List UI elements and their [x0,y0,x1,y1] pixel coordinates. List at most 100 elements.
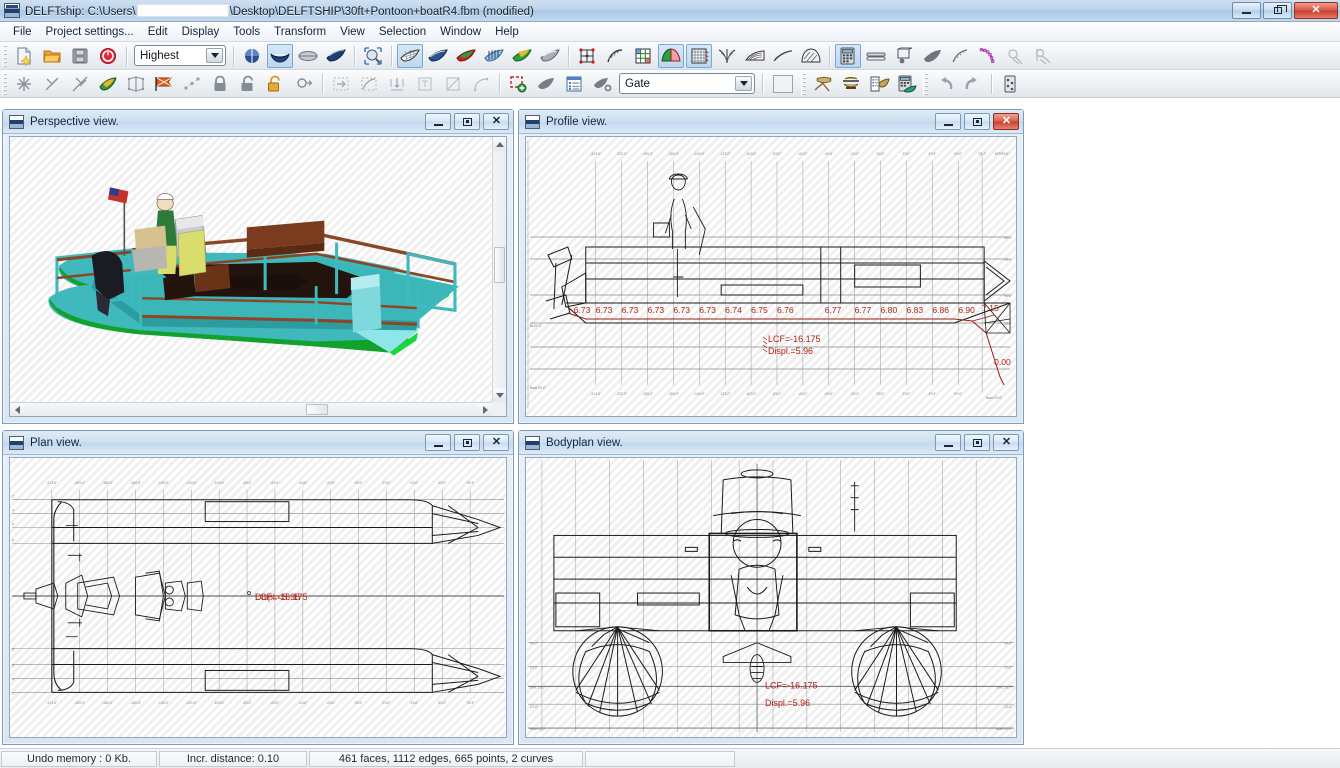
hydrostatics-button[interactable] [835,43,861,68]
bodyplan-close-button[interactable]: ✕ [993,434,1019,451]
layer-dropdown[interactable]: Gate [619,73,755,94]
show-flowlines-button[interactable] [891,44,917,68]
profile-view-window[interactable]: Profile view. ✕ -21'1.6" -20'0.0" -18'0.… [518,109,1024,424]
unlock-all-button[interactable] [263,72,289,96]
preferences-button[interactable] [997,72,1023,96]
plan-view-window[interactable]: Plan view. ✕ -21'1.6" -20'0.0" -18'0.0" … [2,430,514,745]
menu-display[interactable]: Display [175,24,227,40]
perspective-close-button[interactable]: ✕ [483,113,509,130]
scroll-right-button[interactable] [478,403,492,416]
align-points-button[interactable] [179,72,205,96]
menu-view[interactable]: View [333,24,372,40]
plan-view-titlebar[interactable]: Plan view. ✕ [3,431,513,455]
show-interior-edges-button[interactable] [630,44,656,68]
scroll-left-button[interactable] [10,403,24,416]
plan-close-button[interactable]: ✕ [483,434,509,451]
hydrostatics-report-button[interactable] [838,72,864,96]
undo-button[interactable] [932,72,958,96]
gaussian-curvature-button[interactable] [453,44,479,68]
toolbar-grip[interactable] [2,44,7,67]
flag-face-button[interactable] [151,72,177,96]
plan-minimize-button[interactable] [425,434,451,451]
wireframe-mode-button[interactable] [397,43,423,68]
show-grid-button[interactable] [686,43,712,68]
precision-dropdown-arrow[interactable] [206,48,223,63]
fit-box-button[interactable] [412,72,438,96]
resistance-kaper-button[interactable] [1003,44,1029,68]
shade-mode-button[interactable] [425,44,451,68]
toolbar-grip[interactable] [801,72,806,95]
perspective-vertical-scrollbar[interactable] [492,137,506,402]
new-point-button[interactable] [11,72,37,96]
view-perspective-button[interactable] [323,44,349,68]
profile-canvas[interactable]: -21'1.6" -20'0.0" -18'0.0" -16'0.0" -14'0.… [525,136,1017,417]
mirror-faces-button[interactable] [123,72,149,96]
split-edge-button[interactable] [67,72,93,96]
flip-normals-button[interactable] [95,72,121,96]
developability-button[interactable] [509,44,535,68]
menu-edit[interactable]: Edit [141,24,175,40]
layer-dialog-button[interactable] [561,72,587,96]
show-stations-button[interactable] [714,44,740,68]
color-swatch-button[interactable] [768,72,798,96]
show-curvature-plot-button[interactable] [602,44,628,68]
bodyplan-view-titlebar[interactable]: Bodyplan view. ✕ [519,431,1023,455]
redo-button[interactable] [960,72,986,96]
precision-dropdown[interactable]: Highest [134,45,226,66]
save-file-button[interactable] [67,44,93,68]
profile-view-titlebar[interactable]: Profile view. ✕ [519,110,1023,134]
design-hydrostatics-button[interactable] [866,72,892,96]
show-markers-button[interactable] [919,44,945,68]
window-close-button[interactable]: ✕ [1294,2,1338,19]
show-buttocks-button[interactable] [742,44,768,68]
resistance-delft-button[interactable] [1031,44,1057,68]
add-to-layer-button[interactable] [589,72,615,96]
unlock-points-button[interactable] [235,72,261,96]
lock-points-button[interactable] [207,72,233,96]
insert-plane-button[interactable] [328,72,354,96]
perspective-canvas[interactable] [9,136,507,417]
menu-selection[interactable]: Selection [372,24,433,40]
bodyplan-view-window[interactable]: Bodyplan view. ✕ 4'0.0" 2'0.0" 1'0.0" 4'… [518,430,1024,745]
perspective-maximize-button[interactable] [454,113,480,130]
zebra-stripe-button[interactable] [481,44,507,68]
show-waterlines-button[interactable] [770,44,796,68]
menu-project-settings[interactable]: Project settings... [39,24,141,40]
show-control-net-button[interactable] [574,44,600,68]
view-profile-button[interactable] [267,43,293,68]
zoom-extents-button[interactable] [360,44,386,68]
intersections-button[interactable] [810,72,836,96]
environment-map-button[interactable] [537,44,563,68]
extrude-edge-button[interactable] [384,72,410,96]
exit-button[interactable] [95,44,121,68]
perspective-view-titlebar[interactable]: Perspective view. ✕ [3,110,513,134]
bodyplan-minimize-button[interactable] [935,434,961,451]
view-bodyplan-button[interactable] [239,44,265,68]
menu-transform[interactable]: Transform [267,24,333,40]
bodyplan-maximize-button[interactable] [964,434,990,451]
bodyplan-canvas[interactable]: 4'0.0" 2'0.0" 1'0.0" 4'0.0" 2'0.0" 1'0.0" … [525,457,1017,738]
scroll-thumb-horizontal[interactable] [306,404,328,415]
profile-minimize-button[interactable] [935,113,961,130]
profile-close-button[interactable]: ✕ [993,113,1019,130]
perspective-horizontal-scrollbar[interactable] [10,402,492,416]
spline-curve-button[interactable] [975,44,1001,68]
scroll-up-button[interactable] [493,137,506,151]
layer-dropdown-arrow[interactable] [735,76,752,91]
toolbar-grip[interactable] [2,72,7,95]
menu-help[interactable]: Help [488,24,526,40]
calculator-hydro-button[interactable] [894,72,920,96]
rotate-shape-button[interactable] [440,72,466,96]
scroll-down-button[interactable] [493,388,506,402]
open-file-button[interactable] [39,44,65,68]
menu-file[interactable]: File [6,24,39,40]
window-minimize-button[interactable] [1232,2,1261,19]
perspective-minimize-button[interactable] [425,113,451,130]
menu-window[interactable]: Window [433,24,488,40]
plan-maximize-button[interactable] [454,434,480,451]
new-file-button[interactable] [11,44,37,68]
show-hydrostatics-bar-button[interactable] [863,44,889,68]
new-layer-button[interactable] [505,72,531,96]
plan-canvas[interactable]: -21'1.6" -20'0.0" -18'0.0" -16'0.0" -14'0.… [9,457,507,738]
intersect-layer-button[interactable] [356,72,382,96]
